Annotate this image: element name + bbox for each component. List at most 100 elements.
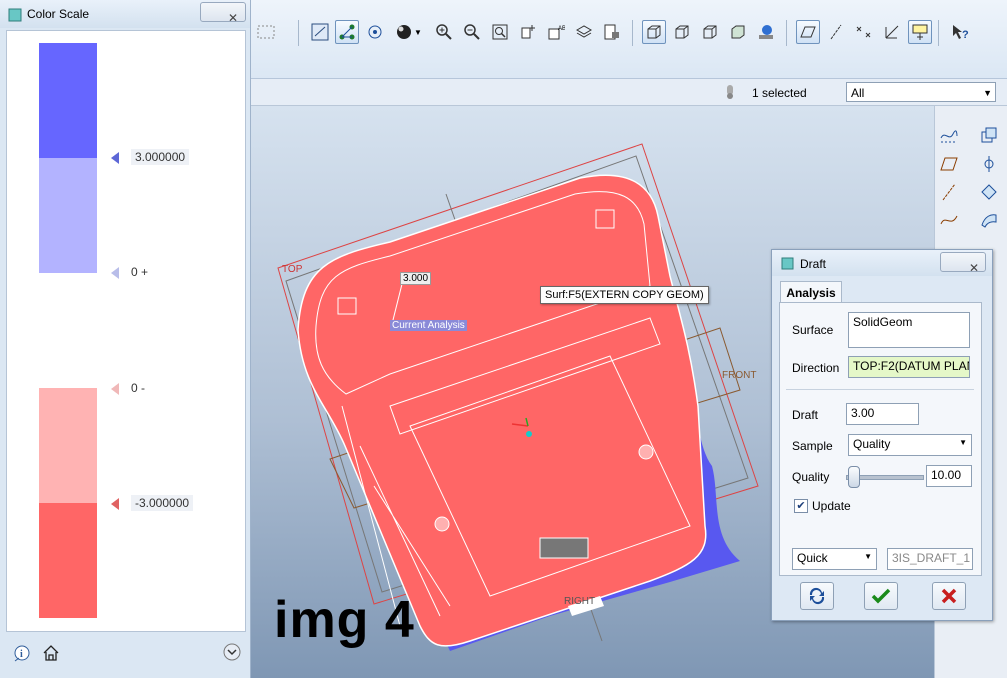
- window-app-icon: [8, 8, 22, 22]
- chevron-down-icon: ▼: [983, 88, 992, 98]
- plane-icon[interactable]: [937, 152, 961, 176]
- selection-count: 1 selected: [752, 86, 807, 100]
- display-shaded-icon[interactable]: [642, 20, 666, 44]
- model-body[interactable]: [297, 174, 707, 647]
- close-icon: ✕: [228, 11, 239, 25]
- display-no-hidden-icon[interactable]: [698, 20, 722, 44]
- direction-collector[interactable]: TOP:F2(DATUM PLAN: [848, 356, 970, 378]
- chevron-down-icon[interactable]: [222, 642, 242, 662]
- draft-titlebar[interactable]: Draft ✕: [772, 250, 992, 276]
- datum-top-label: TOP: [282, 264, 303, 275]
- cancel-button[interactable]: [932, 582, 966, 610]
- tick-marker-icon: [111, 382, 119, 395]
- sketch-view-icon[interactable]: [308, 20, 332, 44]
- color-band-negative: [39, 388, 97, 503]
- quality-label: Quality: [792, 470, 830, 484]
- zoom-out-icon[interactable]: [460, 20, 484, 44]
- draft-title: Draft: [800, 257, 827, 271]
- point-tool-icon[interactable]: [977, 180, 1001, 204]
- mode-value: Quick: [797, 551, 828, 565]
- coordinate-systems-icon[interactable]: [880, 20, 904, 44]
- datum-axes-icon[interactable]: [824, 20, 848, 44]
- chevron-down-icon: ▼: [959, 438, 967, 447]
- toolbar-separator: [938, 20, 939, 46]
- svg-text:AB: AB: [558, 26, 565, 32]
- datum-points-icon[interactable]: [852, 20, 876, 44]
- view-manager-icon[interactable]: [600, 20, 624, 44]
- reorient-icon[interactable]: [516, 20, 540, 44]
- direction-label: Direction: [792, 361, 840, 375]
- layers-icon[interactable]: [572, 20, 596, 44]
- draft-angle-label: Draft: [792, 408, 819, 422]
- selection-filter-value: All: [851, 86, 865, 100]
- toolbar-separator: [632, 20, 633, 46]
- update-checkbox[interactable]: ✔: [794, 499, 808, 513]
- close-button[interactable]: ✕: [200, 2, 246, 25]
- draft-value-label: 3.000: [400, 272, 432, 285]
- window-app-icon: [781, 257, 794, 270]
- datum-planes-icon[interactable]: [796, 20, 820, 44]
- zoom-in-icon[interactable]: [432, 20, 456, 44]
- color-scale-window: Color Scale ✕ 3.000000 0 + 0 - -3.000000…: [0, 0, 251, 678]
- triad-z-axis: [526, 431, 532, 437]
- surface-collector[interactable]: SolidGeom: [848, 312, 970, 348]
- curve-icon[interactable]: [937, 208, 961, 232]
- datum-front-label: FRONT: [722, 370, 756, 381]
- quality-input[interactable]: 10.00: [926, 465, 972, 487]
- tick-marker-icon: [111, 151, 119, 164]
- repeat-button[interactable]: [800, 582, 834, 610]
- datum-display-icon[interactable]: [335, 20, 359, 44]
- context-help-icon[interactable]: ?: [948, 20, 972, 44]
- sketched-curve-icon[interactable]: [937, 124, 961, 148]
- datum-plane-tool-icon[interactable]: [977, 124, 1001, 148]
- color-scale-titlebar[interactable]: Color Scale ✕: [0, 0, 250, 28]
- scale-value-max[interactable]: 3.000000: [131, 149, 190, 165]
- refit-icon[interactable]: [488, 20, 512, 44]
- shading-dropdown-icon[interactable]: ▼: [412, 20, 424, 44]
- scale-value-zero-plus: 0 +: [131, 265, 149, 279]
- scale-value-zero-minus: 0 -: [131, 381, 146, 395]
- scale-value-min[interactable]: -3.000000: [131, 495, 194, 511]
- scale-tick-min: -3.000000: [111, 495, 194, 511]
- close-icon: ✕: [969, 261, 980, 275]
- surface-tooltip: Surf:F5(EXTERN COPY GEOM): [540, 286, 709, 304]
- tab-analysis[interactable]: Analysis: [780, 281, 842, 304]
- appearance-icon[interactable]: [754, 20, 778, 44]
- spin-center-icon[interactable]: [363, 20, 387, 44]
- surface-tool-icon[interactable]: [977, 208, 1001, 232]
- close-button[interactable]: ✕: [940, 252, 986, 275]
- mode-dropdown[interactable]: Quick ▼: [792, 548, 877, 570]
- model-boss-circle: [434, 516, 450, 532]
- display-hidden-line-icon[interactable]: [670, 20, 694, 44]
- tick-marker-icon: [111, 266, 119, 279]
- draft-angle-input[interactable]: 3.00: [846, 403, 919, 425]
- tick-marker-icon: [111, 497, 119, 510]
- model-boss-circle: [638, 444, 654, 460]
- select-box-icon[interactable]: [254, 20, 278, 44]
- axis-tool-icon[interactable]: [977, 152, 1001, 176]
- color-scale-panel: 3.000000 0 + 0 - -3.000000: [6, 30, 246, 632]
- color-band-low: [39, 503, 97, 618]
- quality-slider-thumb[interactable]: [848, 466, 860, 488]
- info-icon[interactable]: i: [12, 644, 32, 664]
- display-solid-icon[interactable]: [726, 20, 750, 44]
- model-connector: [539, 537, 589, 559]
- sample-label: Sample: [792, 439, 833, 453]
- annotation-display-icon[interactable]: [908, 20, 932, 44]
- ok-button[interactable]: [864, 582, 898, 610]
- color-band-high: [39, 43, 97, 158]
- axis-icon[interactable]: [937, 180, 961, 204]
- chevron-down-icon: ▼: [864, 552, 872, 561]
- scale-tick-max: 3.000000: [111, 149, 190, 165]
- selection-filter-dropdown[interactable]: All ▼: [846, 82, 996, 102]
- image-overlay-text: img 4: [274, 591, 415, 649]
- color-band-positive: [39, 158, 97, 273]
- refresh-icon: [809, 587, 825, 605]
- sample-dropdown[interactable]: Quality ▼: [848, 434, 972, 456]
- analysis-tab-panel: Surface SolidGeom Direction TOP:F2(DATUM…: [779, 302, 982, 576]
- home-icon[interactable]: [42, 644, 60, 662]
- svg-text:?: ?: [962, 29, 969, 41]
- analysis-name-input[interactable]: 3IS_DRAFT_1: [887, 548, 973, 570]
- checkmark-icon: [871, 588, 891, 604]
- saved-views-icon[interactable]: AB: [544, 20, 568, 44]
